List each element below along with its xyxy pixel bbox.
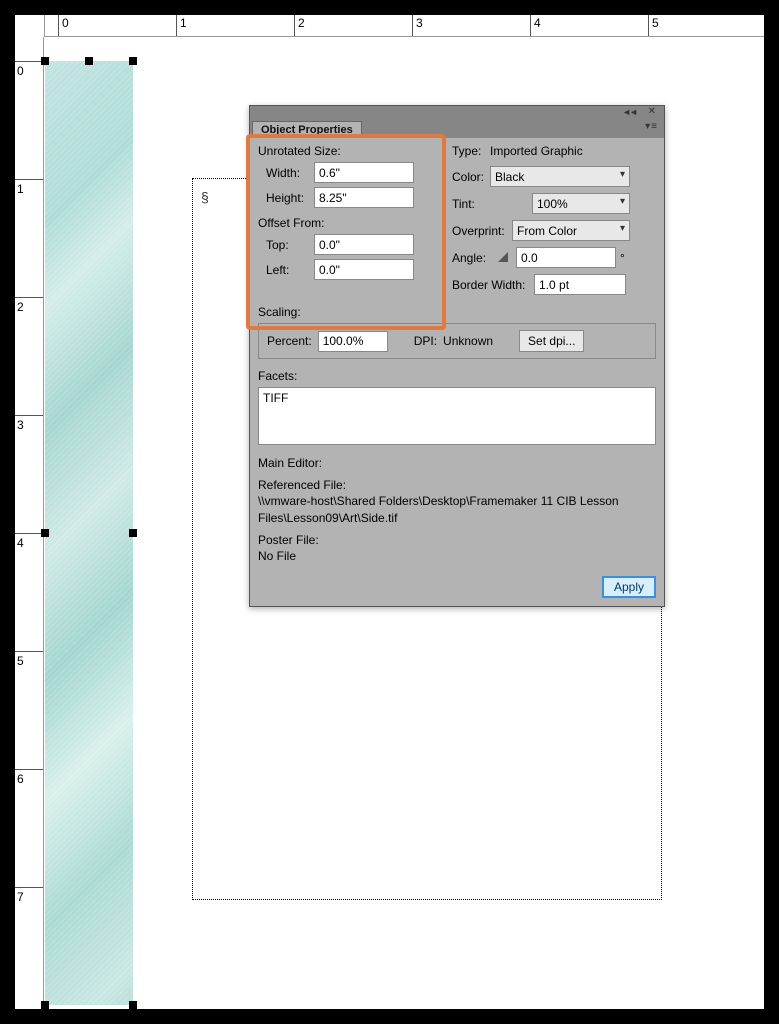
ruler-v-7: 7 xyxy=(17,890,24,904)
angle-icon xyxy=(496,251,512,265)
dpi-value: Unknown xyxy=(443,334,513,348)
document-frame: 0 1 2 3 4 5 0 1 2 3 4 5 6 7 § ◄◄ ✕ Ob xyxy=(14,14,765,1010)
width-input[interactable] xyxy=(314,162,414,183)
type-value: Imported Graphic xyxy=(490,144,583,158)
tint-dropdown[interactable]: 100% xyxy=(532,193,630,214)
ruler-vertical: 0 1 2 3 4 5 6 7 xyxy=(15,37,44,1009)
height-label: Height: xyxy=(266,191,314,205)
border-width-label: Border Width: xyxy=(452,278,534,292)
offset-from-label: Offset From: xyxy=(258,216,448,230)
referenced-file-label: Referenced File: xyxy=(258,477,656,493)
poster-file-label: Poster File: xyxy=(258,532,656,548)
panel-menu-icon[interactable]: ▾≡ xyxy=(645,121,658,132)
ruler-v-3: 3 xyxy=(17,418,24,432)
type-label: Type: xyxy=(452,144,490,158)
tint-label: Tint: xyxy=(452,197,490,211)
selection-handle[interactable] xyxy=(41,1001,49,1009)
overprint-label: Overprint: xyxy=(452,224,512,238)
ruler-v-1: 1 xyxy=(17,182,24,196)
angle-degree: ° xyxy=(620,251,625,265)
ruler-h-0: 0 xyxy=(62,16,69,30)
set-dpi-button[interactable]: Set dpi... xyxy=(519,330,584,352)
angle-label: Angle: xyxy=(452,251,496,265)
ruler-v-2: 2 xyxy=(17,300,24,314)
selection-handle[interactable] xyxy=(129,1001,137,1009)
selection-handle[interactable] xyxy=(129,57,137,65)
object-properties-panel: ◄◄ ✕ Object Properties ▾≡ Unrotated Size… xyxy=(249,105,665,607)
facets-list[interactable]: TIFF xyxy=(258,387,656,445)
facets-value: TIFF xyxy=(263,391,651,405)
panel-titlebar[interactable]: ◄◄ ✕ xyxy=(250,106,664,118)
width-label: Width: xyxy=(266,166,314,180)
left-label: Left: xyxy=(266,263,314,277)
section-mark: § xyxy=(201,189,209,205)
ruler-h-2: 2 xyxy=(298,16,305,30)
ruler-v-6: 6 xyxy=(17,772,24,786)
close-icon[interactable]: ✕ xyxy=(648,106,656,117)
apply-button[interactable]: Apply xyxy=(602,576,656,598)
ruler-v-0: 0 xyxy=(17,64,24,78)
border-width-input[interactable] xyxy=(534,274,626,295)
referenced-file-value: \\vmware-host\Shared Folders\Desktop\Fra… xyxy=(258,493,656,525)
ruler-horizontal: 0 1 2 3 4 5 xyxy=(44,15,764,37)
ruler-h-5: 5 xyxy=(652,16,659,30)
collapse-icon[interactable]: ◄◄ xyxy=(622,107,636,117)
ruler-h-3: 3 xyxy=(416,16,423,30)
angle-input[interactable] xyxy=(516,247,616,268)
ruler-v-5: 5 xyxy=(17,654,24,668)
color-label: Color: xyxy=(452,170,490,184)
height-input[interactable] xyxy=(314,187,414,208)
ruler-h-1: 1 xyxy=(180,16,187,30)
top-label: Top: xyxy=(266,238,314,252)
scaling-label: Scaling: xyxy=(258,305,656,319)
poster-file-value: No File xyxy=(258,548,656,564)
overprint-dropdown[interactable]: From Color xyxy=(512,220,630,241)
color-dropdown[interactable]: Black xyxy=(490,166,630,187)
facets-label: Facets: xyxy=(258,369,656,383)
selection-handle[interactable] xyxy=(41,529,49,537)
percent-input[interactable] xyxy=(318,331,388,352)
top-input[interactable] xyxy=(314,234,414,255)
left-input[interactable] xyxy=(314,259,414,280)
selection-handle[interactable] xyxy=(41,57,49,65)
selection-handle[interactable] xyxy=(129,529,137,537)
selection-handle[interactable] xyxy=(85,57,93,65)
dpi-label: DPI: xyxy=(414,334,437,348)
unrotated-size-label: Unrotated Size: xyxy=(258,144,448,158)
percent-label: Percent: xyxy=(267,334,312,348)
tab-object-properties[interactable]: Object Properties xyxy=(252,121,362,138)
main-editor-label: Main Editor: xyxy=(258,455,656,471)
imported-graphic[interactable] xyxy=(45,61,133,1005)
ruler-h-4: 4 xyxy=(534,16,541,30)
ruler-v-4: 4 xyxy=(17,536,24,550)
